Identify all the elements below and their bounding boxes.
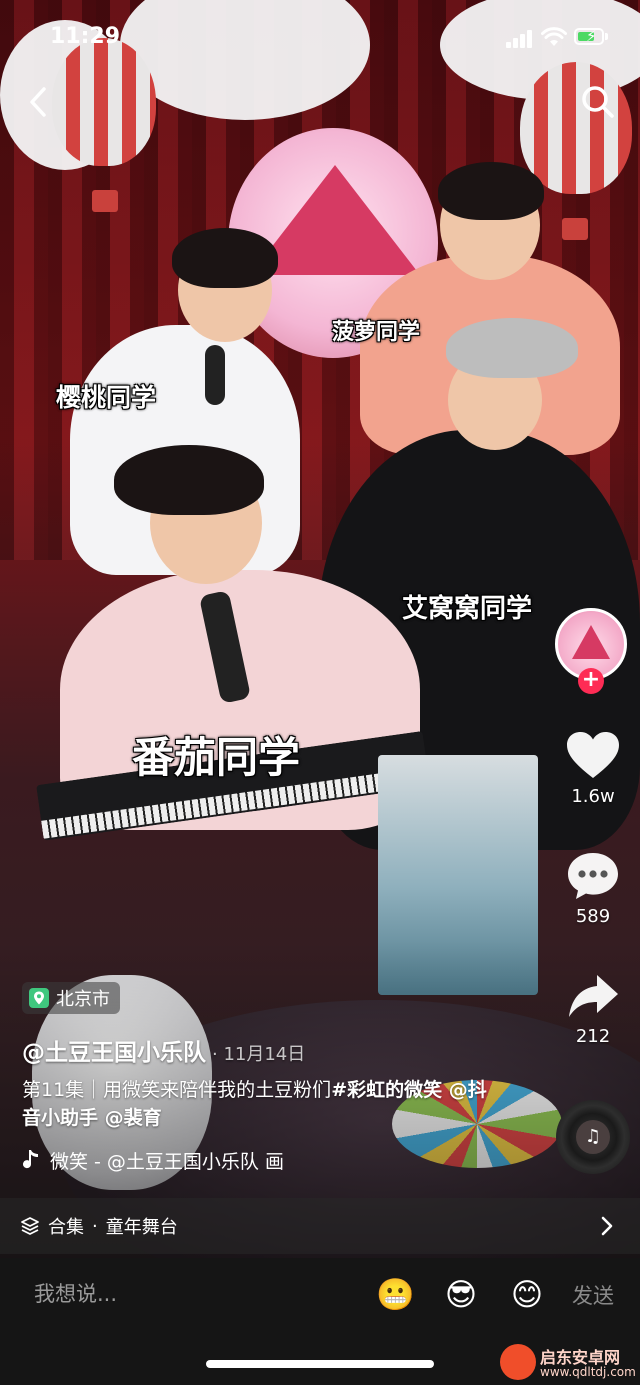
heart-icon[interactable] (565, 730, 621, 782)
name-sticker: 樱桃同学 (56, 383, 157, 412)
collection-separator: · (92, 1215, 98, 1237)
music-title: 微笑 - @土豆王国小乐队 画 (50, 1150, 284, 1173)
collection-name: 童年舞台 (105, 1217, 178, 1238)
description-text: 第11集｜用微笑来陪伴我的土豆粉们 (22, 1079, 332, 1101)
cellular-signal-icon (506, 30, 534, 48)
music-row[interactable]: 微笑 - @土豆王国小乐队 画 (22, 1145, 342, 1175)
microphone (205, 345, 225, 405)
like-button[interactable]: 1.6w (556, 730, 630, 807)
comment-input[interactable]: 我想说... (34, 1278, 117, 1308)
hashtag-link[interactable]: #彩虹的微笑 (331, 1079, 442, 1101)
performer-hair (172, 228, 278, 288)
share-button[interactable]: 212 (556, 972, 630, 1047)
site-watermark: 启东安卓网 www.qdltdj.com (500, 1340, 640, 1385)
performer-cap (446, 318, 578, 378)
name-sticker: 番茄同学 (132, 733, 301, 782)
post-date: · 11月14日 (212, 1044, 306, 1065)
author-avatar[interactable]: + (555, 608, 631, 694)
video-player[interactable]: 菠萝同学 樱桃同学 艾窝窝同学 番茄同学 (0, 0, 640, 1258)
search-icon[interactable] (578, 82, 618, 122)
music-note-icon: ♫ (576, 1120, 610, 1154)
share-count: 212 (575, 1026, 611, 1047)
send-button[interactable]: 发送 (572, 1280, 614, 1310)
performer-hair (438, 162, 544, 220)
music-disc[interactable]: ♫ (556, 1100, 630, 1174)
watermark-line2: www.qdltdj.com (540, 1365, 636, 1379)
author-name[interactable]: @土豆王国小乐队 (22, 1040, 206, 1066)
follow-button[interactable]: + (578, 668, 604, 694)
comment-button[interactable]: 589 (556, 850, 630, 927)
collection-bar[interactable]: 合集 · 童年舞台 (0, 1198, 640, 1254)
chevron-left-icon[interactable] (22, 84, 58, 120)
chevron-right-icon[interactable] (600, 1215, 614, 1237)
name-sticker: 菠萝同学 (332, 320, 421, 345)
location-tag[interactable]: 北京市 (22, 982, 120, 1014)
home-indicator[interactable] (206, 1360, 434, 1368)
location-label: 北京市 (56, 989, 110, 1010)
performer-hair (114, 445, 264, 515)
emoji-grimace-button[interactable]: 😬 (376, 1276, 415, 1314)
wifi-icon (541, 27, 567, 46)
music-note-icon (23, 1150, 38, 1169)
battery-icon: ⚡ (574, 27, 604, 45)
watermark-logo (500, 1344, 536, 1380)
comment-count: 589 (575, 906, 611, 927)
battery-cap (605, 33, 608, 40)
author-row[interactable]: @土豆王国小乐队 · 11月14日 (22, 1033, 305, 1067)
like-count: 1.6w (571, 786, 615, 807)
collection-label: 合集 (48, 1217, 84, 1238)
emoji-sunglasses-button[interactable]: 😎 (442, 1276, 480, 1314)
balloon-basket (562, 218, 588, 240)
balloon-basket (92, 190, 118, 212)
location-pin-icon (29, 988, 49, 1008)
video-description[interactable]: 第11集｜用微笑来陪伴我的土豆粉们#彩虹的微笑 @抖音小助手 @裴育 (22, 1076, 492, 1132)
comment-bubble-icon[interactable] (565, 850, 621, 902)
share-arrow-icon[interactable] (565, 972, 621, 1022)
status-time: 11:29 (50, 24, 121, 49)
name-sticker: 艾窝窝同学 (402, 594, 533, 624)
emoji-smile-button[interactable]: 😊 (508, 1276, 546, 1314)
status-bar: 11:29 ⚡ (0, 0, 640, 80)
stack-icon (21, 1217, 39, 1235)
